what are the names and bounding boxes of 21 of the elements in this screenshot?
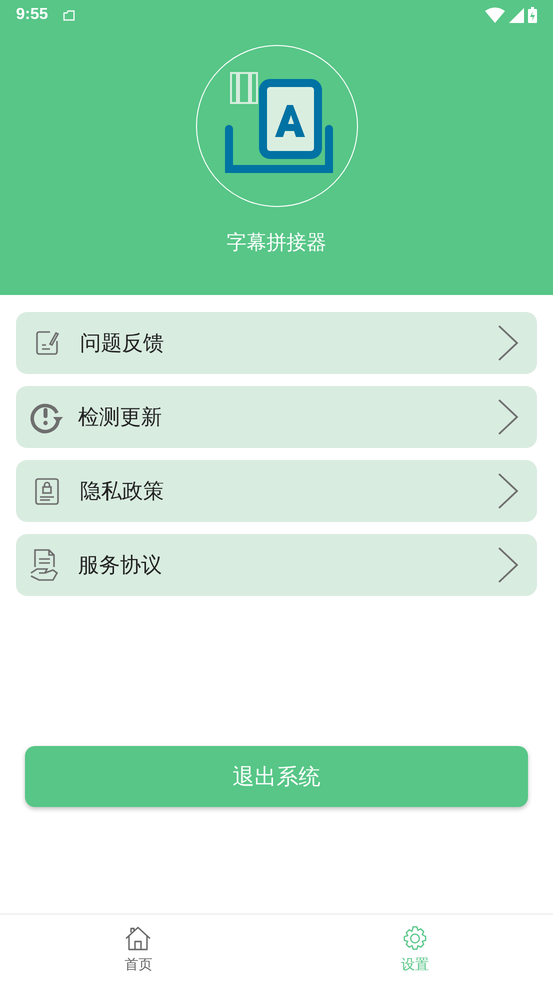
signal-icon	[509, 8, 524, 22]
menu-label: 隐私政策	[80, 478, 164, 505]
app-title: 字幕拼接器	[226, 229, 326, 256]
menu-item[interactable]: 问题反馈	[16, 312, 537, 374]
menu-item[interactable]: 隐私政策	[16, 460, 537, 522]
menu-label: 问题反馈	[80, 330, 164, 357]
menu-label: 检测更新	[78, 404, 162, 431]
lock-document-icon	[32, 476, 62, 506]
battery-icon	[528, 7, 537, 23]
menu-item[interactable]: 检测更新	[16, 386, 537, 448]
chevron-right-icon	[497, 546, 519, 584]
wifi-icon	[485, 7, 505, 23]
menu-item[interactable]: 服务协议	[16, 534, 537, 596]
menu-label: 服务协议	[78, 552, 162, 579]
status-time: 9:55	[16, 6, 48, 24]
chevron-right-icon	[497, 324, 519, 362]
nav-tab[interactable]: 首页	[0, 915, 276, 984]
chevron-right-icon	[497, 398, 519, 436]
notification-icon	[62, 8, 76, 22]
chevron-right-icon	[497, 472, 519, 510]
home-icon	[124, 925, 152, 952]
